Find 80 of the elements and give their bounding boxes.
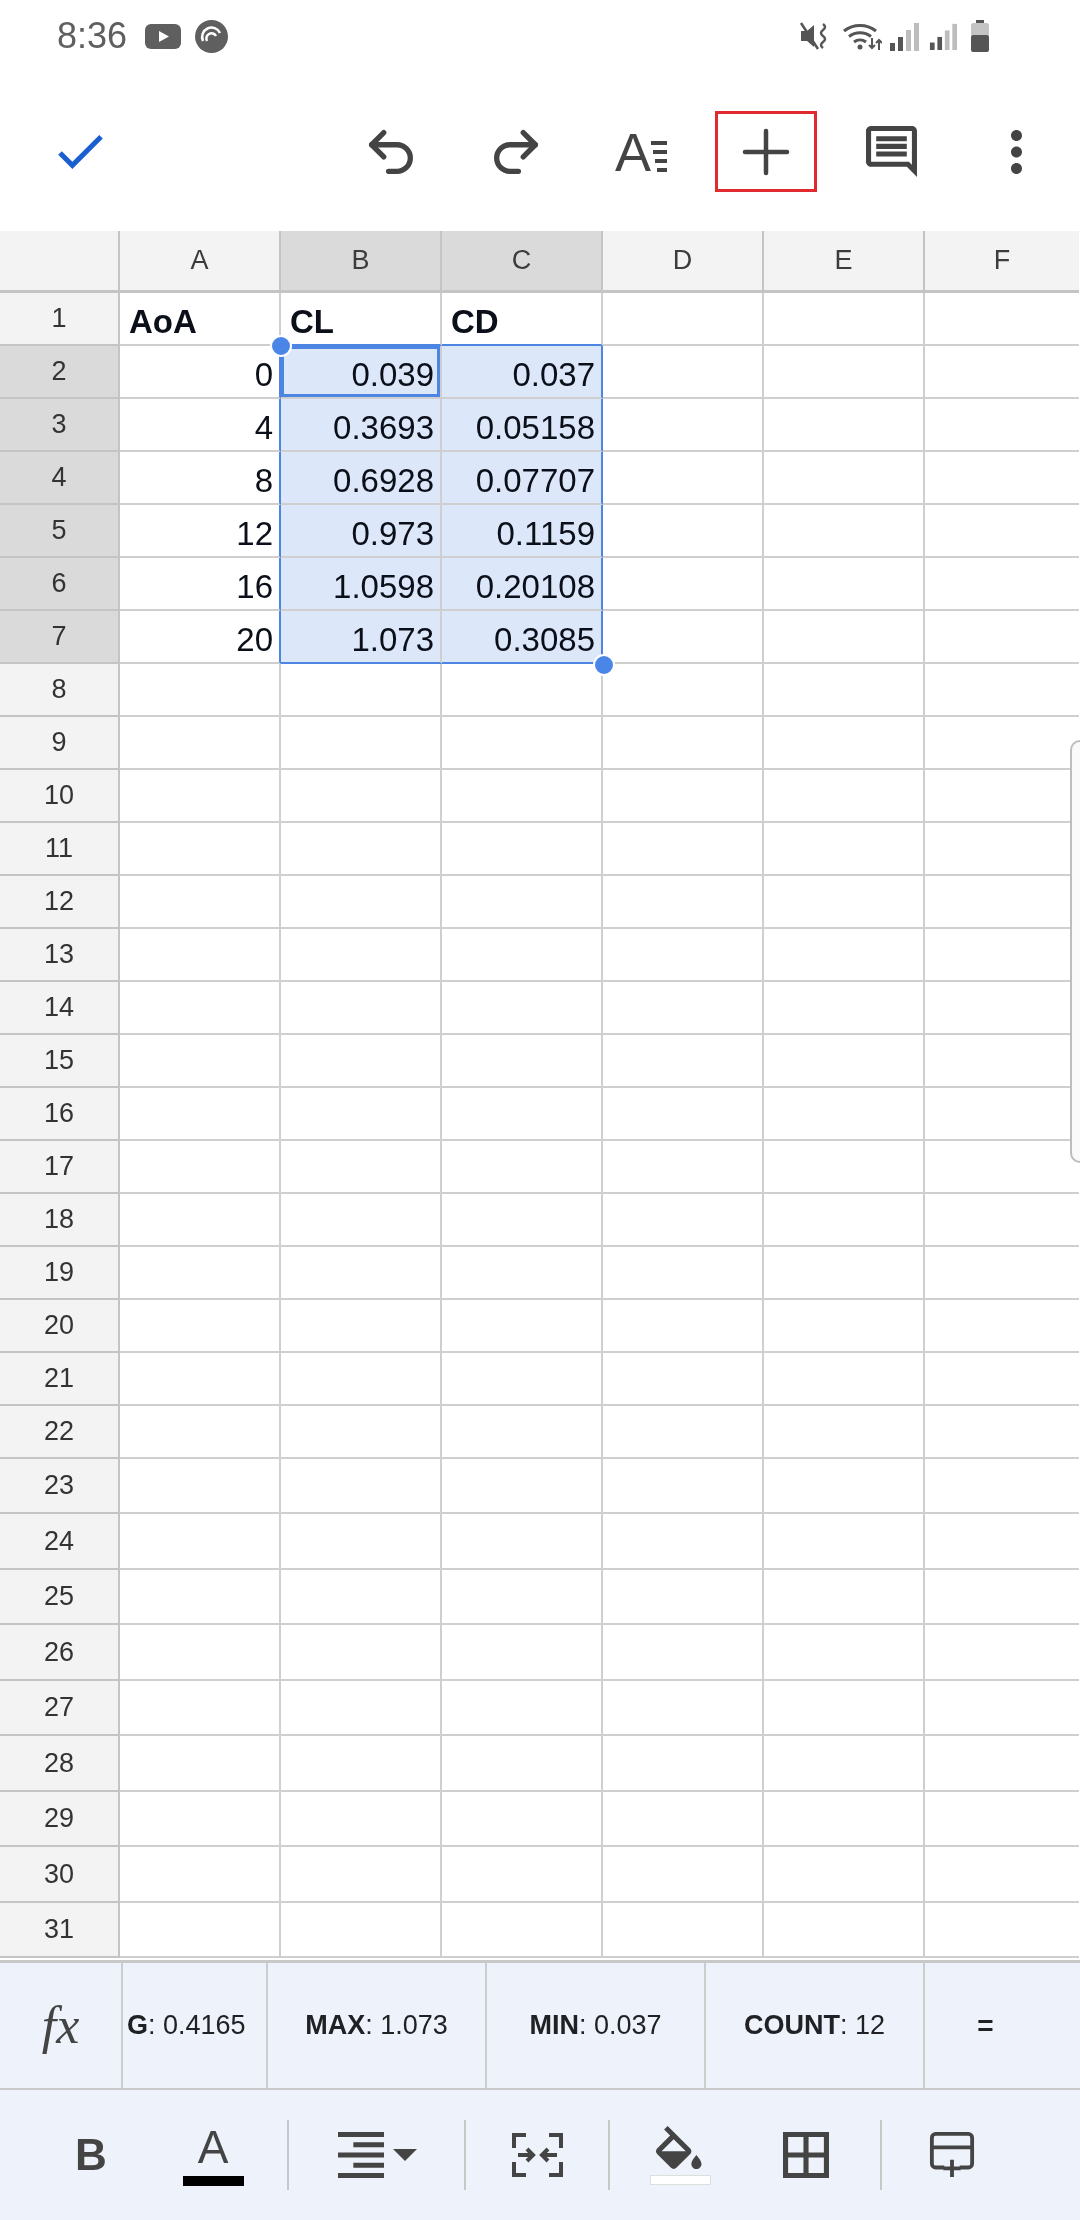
text-lines-icon xyxy=(651,141,667,172)
battery-icon xyxy=(970,20,990,52)
row-header[interactable]: 8 xyxy=(0,664,120,717)
row-header[interactable]: 24 xyxy=(0,1514,120,1570)
table-plus-icon xyxy=(929,2131,975,2179)
column-header[interactable]: C xyxy=(442,231,603,293)
table-cell[interactable]: 0.039 xyxy=(281,346,442,399)
row-header[interactable]: 9 xyxy=(0,717,120,770)
row-header[interactable]: 1 xyxy=(0,293,120,346)
signal-bars-icon xyxy=(929,21,957,51)
comment-icon xyxy=(865,126,917,177)
table-cell[interactable]: 0.1159 xyxy=(442,505,603,558)
text-format-button[interactable]: A xyxy=(590,111,692,192)
table-cell[interactable]: 1.073 xyxy=(281,611,442,664)
row-header[interactable]: 13 xyxy=(0,929,120,982)
caret-icon xyxy=(392,2149,417,2161)
align-right-icon xyxy=(336,2132,385,2178)
row-header[interactable]: 27 xyxy=(0,1681,120,1736)
row-header[interactable]: 26 xyxy=(0,1625,120,1681)
row-header[interactable]: 12 xyxy=(0,876,120,929)
text-color-button[interactable]: A xyxy=(152,2107,274,2203)
table-cell[interactable]: 20 xyxy=(120,611,281,664)
column-header[interactable]: D xyxy=(603,231,764,293)
table-cell[interactable]: 16 xyxy=(120,558,281,611)
row-header[interactable]: 20 xyxy=(0,1300,120,1353)
row-header[interactable]: 6 xyxy=(0,558,120,611)
row-header[interactable]: 22 xyxy=(0,1406,120,1459)
table-cell[interactable]: 0.3085 xyxy=(442,611,603,664)
check-icon xyxy=(57,134,103,169)
row-header[interactable]: 31 xyxy=(0,1903,120,1958)
table-cell[interactable]: 0.973 xyxy=(281,505,442,558)
bold-button[interactable]: B xyxy=(30,2107,152,2203)
row-header[interactable]: 18 xyxy=(0,1194,120,1247)
row-header[interactable]: 29 xyxy=(0,1792,120,1847)
table-cell[interactable]: 0.07707 xyxy=(442,452,603,505)
table-cell[interactable]: 0.20108 xyxy=(442,558,603,611)
row-header[interactable]: 5 xyxy=(0,505,120,558)
row-header[interactable]: 15 xyxy=(0,1035,120,1088)
insert-button[interactable] xyxy=(715,111,817,192)
signal-bars-icon xyxy=(889,21,919,51)
row-header[interactable]: 28 xyxy=(0,1736,120,1792)
column-header[interactable]: E xyxy=(764,231,925,293)
round-app-icon xyxy=(195,19,229,53)
row-header[interactable]: 11 xyxy=(0,823,120,876)
table-cell[interactable]: AoA xyxy=(120,293,281,346)
row-header[interactable]: 10 xyxy=(0,770,120,823)
column-header[interactable]: A xyxy=(120,231,281,293)
three-dots-icon xyxy=(1010,129,1022,174)
more-stats-button[interactable]: = xyxy=(925,1963,1080,2088)
row-header[interactable]: 2 xyxy=(0,346,120,399)
row-header[interactable]: 25 xyxy=(0,1570,120,1625)
sheet-corner[interactable] xyxy=(0,231,120,293)
paint-bucket-icon xyxy=(656,2125,704,2169)
play-tile-icon xyxy=(145,23,182,49)
column-header[interactable]: F xyxy=(925,231,1079,293)
table-cell[interactable]: 8 xyxy=(120,452,281,505)
table-cell[interactable]: 0.3693 xyxy=(281,399,442,452)
fast-scroll-handle[interactable] xyxy=(1070,740,1080,1163)
muted-speaker-icon xyxy=(799,20,829,52)
column-header[interactable]: B xyxy=(281,231,442,293)
row-header[interactable]: 23 xyxy=(0,1459,120,1514)
row-header[interactable]: 17 xyxy=(0,1141,120,1194)
grid-icon xyxy=(783,2132,829,2178)
row-header[interactable]: 7 xyxy=(0,611,120,664)
row-header[interactable]: 16 xyxy=(0,1088,120,1141)
row-header[interactable]: 30 xyxy=(0,1847,120,1903)
row-header[interactable]: 14 xyxy=(0,982,120,1035)
table-cell[interactable]: 12 xyxy=(120,505,281,558)
status-time: 8:36 xyxy=(57,18,128,54)
table-cell[interactable]: 4 xyxy=(120,399,281,452)
merge-arrows-icon xyxy=(511,2133,563,2177)
row-header[interactable]: 4 xyxy=(0,452,120,505)
row-header[interactable]: 19 xyxy=(0,1247,120,1300)
table-cell[interactable]: 0.05158 xyxy=(442,399,603,452)
table-cell[interactable]: CD xyxy=(442,293,603,346)
table-cell[interactable]: 1.0598 xyxy=(281,558,442,611)
table-cell[interactable]: 0.037 xyxy=(442,346,603,399)
row-header[interactable]: 3 xyxy=(0,399,120,452)
row-header[interactable]: 21 xyxy=(0,1353,120,1406)
table-cell[interactable]: 0.6928 xyxy=(281,452,442,505)
